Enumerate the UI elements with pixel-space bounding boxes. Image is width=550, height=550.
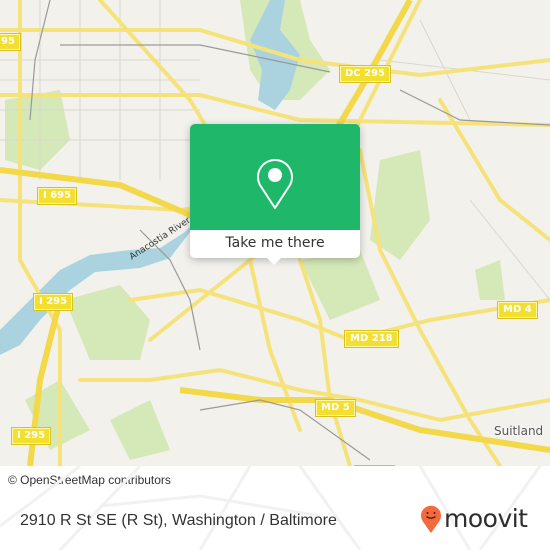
highway-shield-i-295: I 295 bbox=[32, 293, 74, 311]
destination-popup: Take me there bbox=[190, 124, 360, 265]
brand-name: moovit bbox=[444, 504, 528, 533]
moovit-pin-icon bbox=[421, 505, 441, 533]
highway-shield-partial: 95 bbox=[0, 33, 21, 51]
map-pin-icon bbox=[257, 159, 293, 209]
highway-shield-i-695: I 695 bbox=[36, 187, 78, 205]
highway-shield-md-5: MD 5 bbox=[315, 399, 356, 417]
take-me-there-button[interactable]: Take me there bbox=[190, 230, 360, 258]
highway-shield-i-295: I 295 bbox=[10, 427, 52, 445]
map-view[interactable]: Anacostia River I 695 I 295 I 295 DC 295… bbox=[0, 0, 550, 466]
place-label-suitland: Suitland bbox=[494, 424, 544, 438]
address-label: 2910 R St SE (R St), Washington / Baltim… bbox=[20, 512, 337, 529]
moovit-logo[interactable]: moovit bbox=[420, 502, 528, 536]
highway-shield-md-218: MD 218 bbox=[344, 330, 399, 348]
popup-pointer bbox=[266, 257, 282, 265]
footer: 2910 R St SE (R St), Washington / Baltim… bbox=[0, 466, 550, 550]
highway-shield-dc-295: DC 295 bbox=[339, 65, 391, 83]
popup-header bbox=[190, 124, 360, 230]
highway-shield-md-4: MD 4 bbox=[497, 301, 538, 319]
